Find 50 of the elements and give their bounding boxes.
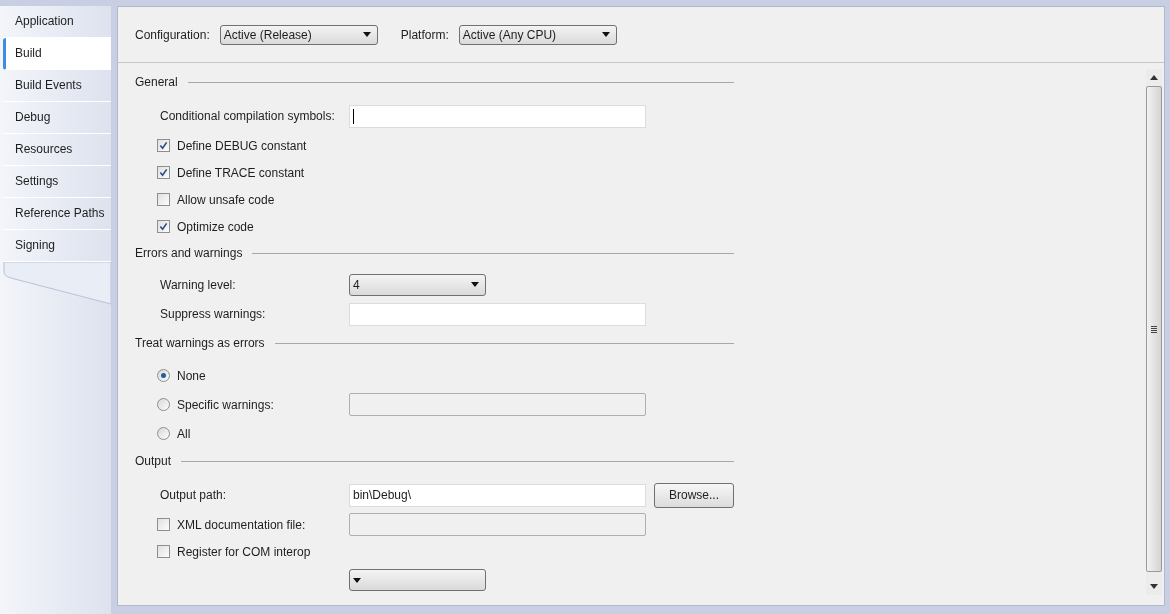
browse-button[interactable]: Browse... — [654, 482, 734, 508]
scroll-down-icon[interactable] — [1150, 584, 1158, 589]
checkbox-label: Optimize code — [177, 219, 254, 234]
dropdown[interactable]: Active (Release) — [219, 24, 378, 45]
section-title: Treat warnings as errors — [135, 336, 265, 350]
caret-icon — [471, 282, 479, 287]
checkbox-label: Define TRACE constant — [177, 165, 305, 180]
caret-icon — [353, 577, 361, 583]
dropdown[interactable]: Active (Any CPU) — [458, 24, 617, 45]
tab[interactable]: Debug — [3, 102, 111, 134]
radio-button[interactable] — [157, 369, 170, 382]
field-label: Conditional compilation symbols: — [160, 109, 335, 123]
field-label: Warning level: — [160, 277, 236, 292]
text-field[interactable]: bin\Debug\ — [349, 483, 646, 507]
dropdown[interactable]: 4 — [349, 273, 486, 296]
scroll-up-icon[interactable] — [1150, 75, 1158, 80]
field-label: Suppress warnings: — [160, 307, 266, 321]
tab[interactable]: Build — [3, 38, 111, 70]
field-label: Platform: — [400, 27, 449, 42]
text-cursor — [353, 108, 354, 124]
radio-button[interactable] — [157, 427, 170, 440]
checkbox[interactable] — [157, 139, 170, 152]
caret-icon — [362, 32, 371, 37]
checkbox[interactable] — [157, 166, 170, 179]
checkbox[interactable] — [157, 220, 170, 233]
section-title: General — [135, 75, 178, 89]
field-label: Output path: — [160, 488, 227, 502]
tab[interactable]: Settings — [3, 166, 111, 198]
field-label: Configuration: — [135, 27, 210, 42]
radio-label: Specific warnings: — [177, 397, 274, 412]
tab[interactable]: Resources — [3, 134, 111, 166]
section-title: Output — [135, 454, 172, 468]
grip-icon — [1151, 325, 1157, 333]
tab[interactable]: Reference Paths — [3, 198, 111, 230]
checkbox[interactable] — [157, 518, 170, 531]
checkbox-label: Define DEBUG constant — [177, 138, 307, 153]
checkbox-label: Register for COM interop — [177, 544, 311, 559]
tab[interactable]: Build Events — [3, 70, 111, 102]
text-field[interactable] — [349, 104, 646, 128]
text-field[interactable] — [349, 302, 646, 326]
radio-button[interactable] — [157, 398, 170, 411]
section-title: Errors and warnings — [135, 246, 243, 260]
radio-label: None — [177, 368, 206, 383]
checkbox-label: Allow unsafe code — [177, 192, 275, 207]
dropdown[interactable] — [349, 569, 486, 591]
caret-icon — [601, 32, 610, 37]
radio-label: All — [177, 426, 191, 441]
checkbox-label: XML documentation file: — [177, 517, 306, 532]
checkbox[interactable] — [157, 545, 170, 558]
checkbox[interactable] — [157, 193, 170, 206]
